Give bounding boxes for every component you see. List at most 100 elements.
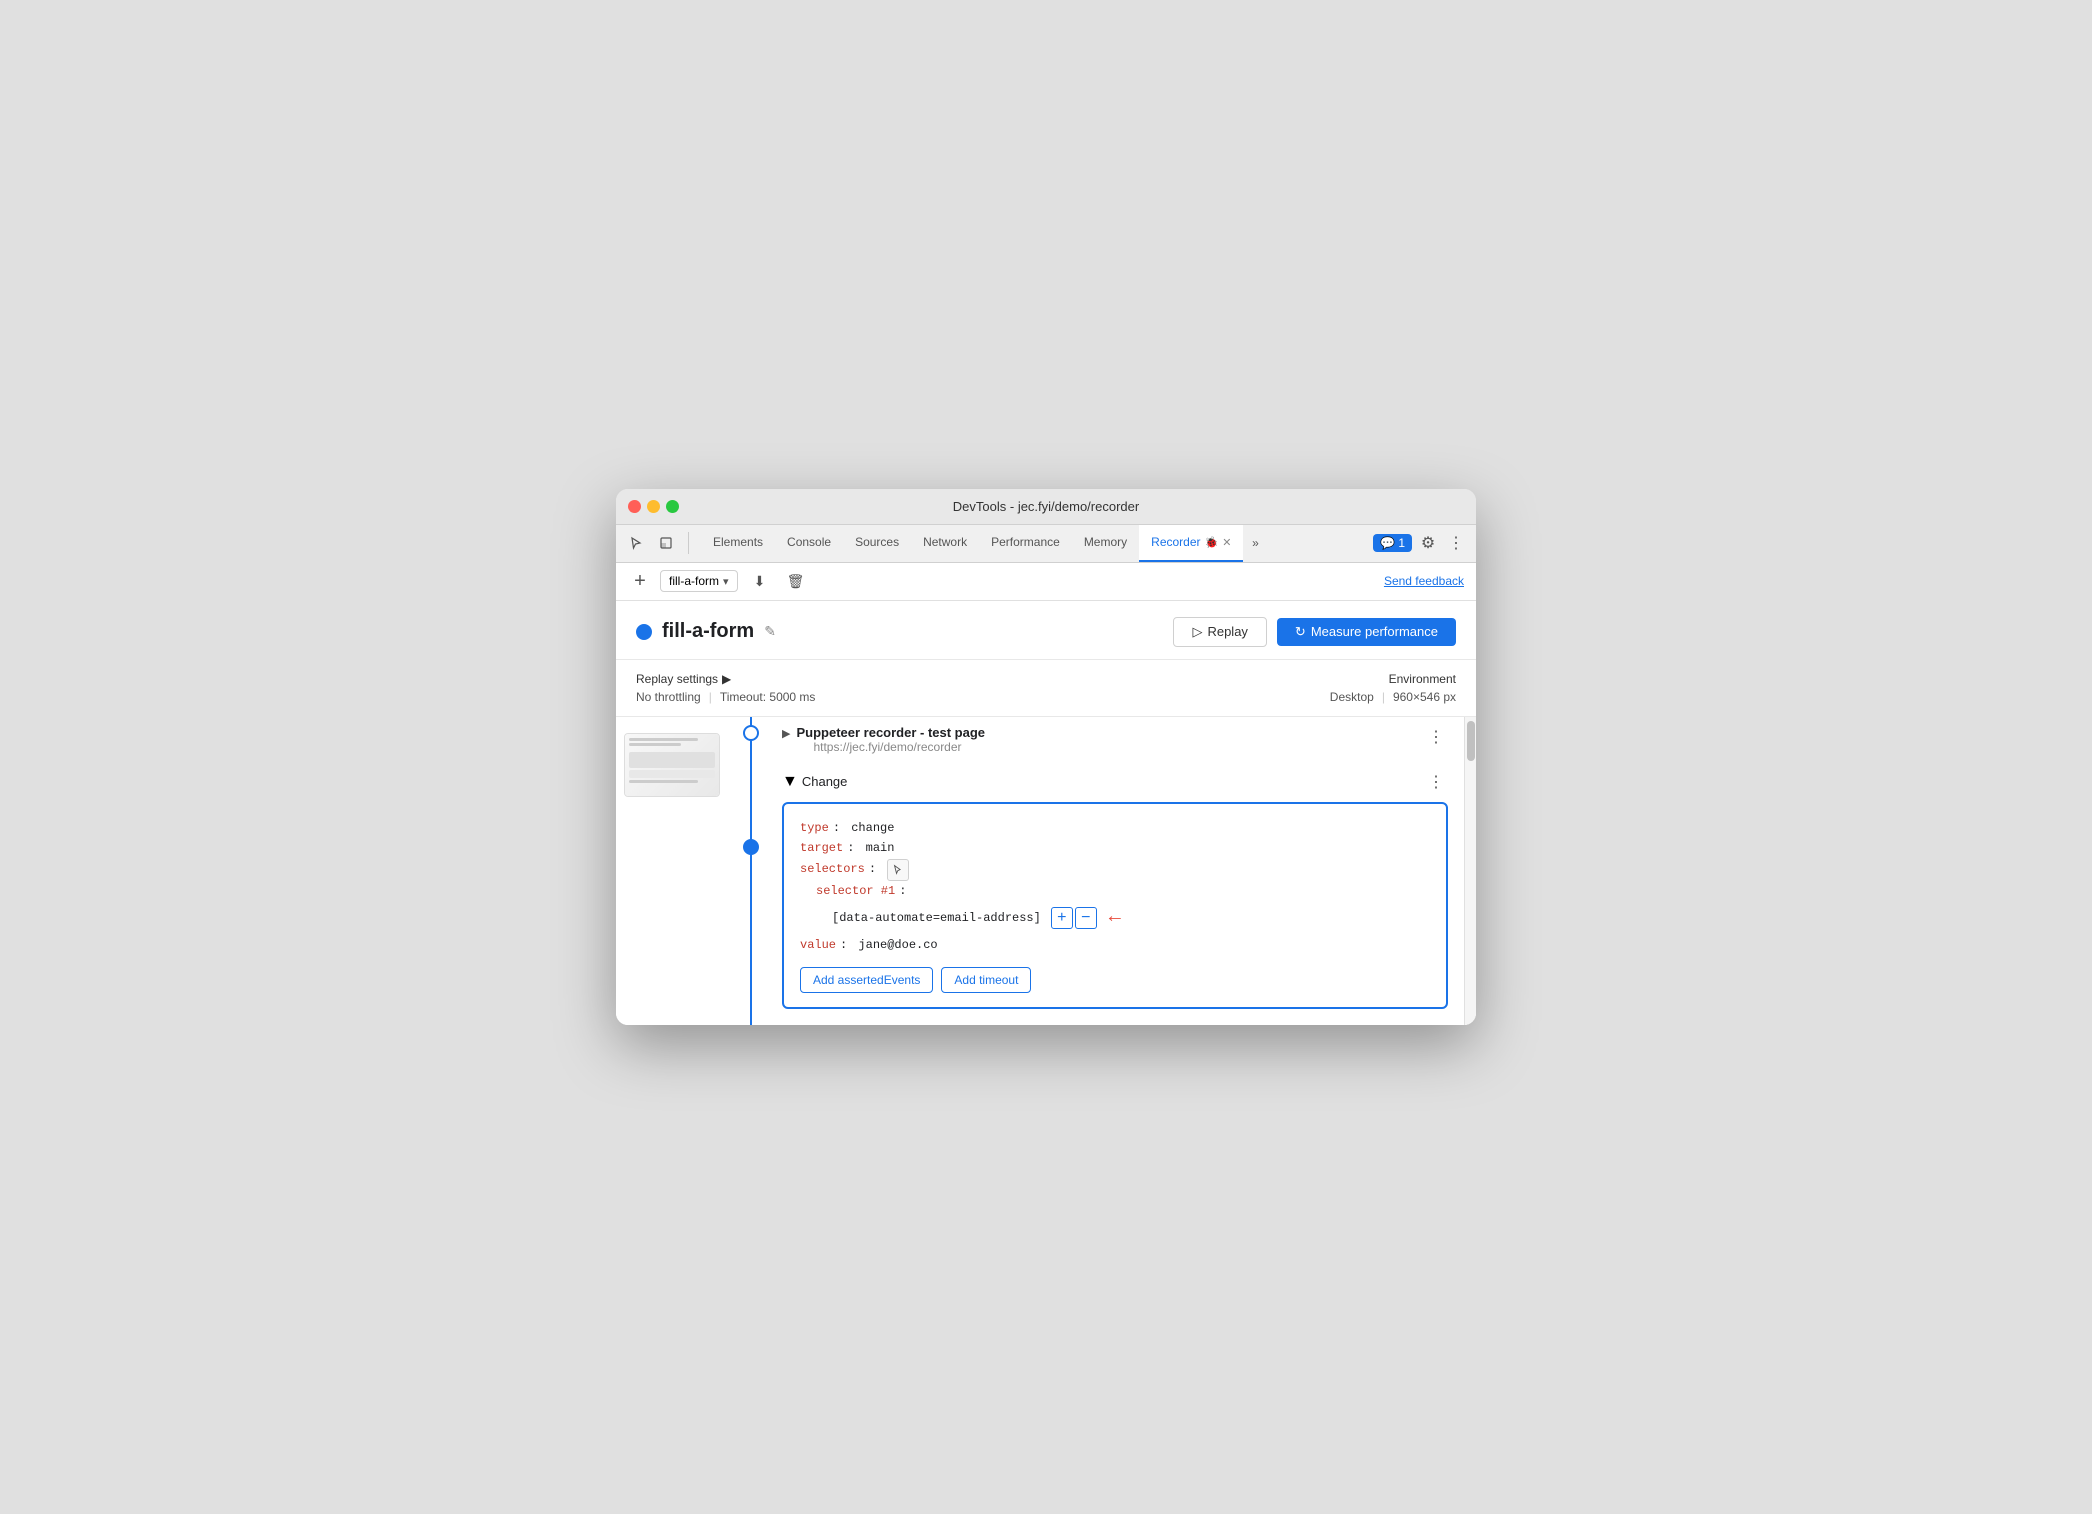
expand-settings-icon: ▶ (722, 672, 731, 686)
step-1: ▶ Puppeteer recorder - test page https:/… (782, 725, 1448, 754)
export-button[interactable]: ⬇ (746, 567, 774, 595)
code-line-selector-1: selector #1 : (800, 881, 1430, 901)
code-line-target: target : main (800, 838, 1430, 858)
thumbnail-column (616, 717, 736, 1026)
scrollbar-thumb[interactable] (1467, 721, 1475, 761)
recording-header: fill-a-form ✎ ▷ Replay ↻ Measure perform… (616, 601, 1476, 660)
environment-label: Environment (1330, 672, 1456, 686)
toolbar-right: Send feedback (1384, 572, 1464, 590)
recorder-bug-icon: 🐞 (1205, 536, 1219, 549)
titlebar: DevTools - jec.fyi/demo/recorder (616, 489, 1476, 525)
tab-recorder[interactable]: Recorder 🐞 ✕ (1139, 524, 1243, 562)
step-2-header: ▼ Change ⋮ (782, 770, 1448, 794)
measure-icon: ↻ (1295, 624, 1306, 640)
add-asserted-events-button[interactable]: Add assertedEvents (800, 967, 933, 993)
add-recording-button[interactable]: + (628, 569, 652, 593)
step-1-expand-icon[interactable]: ▶ (782, 727, 790, 740)
timeline-node-1 (743, 725, 759, 741)
more-tabs-button[interactable]: » (1243, 531, 1267, 555)
type-key: type (800, 818, 829, 838)
dropdown-arrow-icon: ▾ (723, 575, 729, 588)
thumb-line-3 (629, 780, 698, 783)
steps-content: ▶ Puppeteer recorder - test page https:/… (766, 717, 1464, 1026)
tabbar-icons (624, 531, 693, 555)
code-actions: Add assertedEvents Add timeout (800, 967, 1430, 993)
tabbar: Elements Console Sources Network Perform… (616, 525, 1476, 563)
step-2-header-left: ▼ Change (782, 773, 847, 791)
maximize-traffic-light[interactable] (666, 500, 679, 513)
edit-title-icon[interactable]: ✎ (764, 623, 776, 640)
code-line-type: type : change (800, 818, 1430, 838)
traffic-lights (628, 500, 679, 513)
tabbar-right: 💬 1 ⚙ ⋮ (1373, 531, 1468, 555)
replay-settings-section: Replay settings ▶ No throttling | Timeou… (636, 672, 815, 704)
header-actions: ▷ Replay ↻ Measure performance (1173, 617, 1456, 647)
tab-close-icon[interactable]: ✕ (1222, 536, 1231, 549)
tab-console[interactable]: Console (775, 524, 843, 562)
timeline-steps: ▶ Puppeteer recorder - test page https:/… (736, 717, 1464, 1026)
window-title: DevTools - jec.fyi/demo/recorder (953, 499, 1139, 514)
step-2-more-button[interactable]: ⋮ (1424, 770, 1448, 794)
recording-title-area: fill-a-form ✎ (636, 620, 776, 643)
timeline-line (750, 717, 752, 1026)
recording-selector[interactable]: fill-a-form ▾ (660, 570, 738, 592)
tab-memory[interactable]: Memory (1072, 524, 1139, 562)
value-value: jane@doe.co (858, 935, 937, 955)
toolbar: + fill-a-form ▾ ⬇ 🗑 Send feedback (616, 563, 1476, 601)
code-block: type : change target : main (782, 802, 1448, 1010)
step-1-more-button[interactable]: ⋮ (1424, 725, 1448, 749)
more-options-button[interactable]: ⋮ (1444, 531, 1468, 555)
tab-elements[interactable]: Elements (701, 524, 775, 562)
cursor-icon[interactable] (624, 531, 648, 555)
minimize-traffic-light[interactable] (647, 500, 660, 513)
timeline-node-2 (743, 839, 759, 855)
replay-settings-label[interactable]: Replay settings ▶ (636, 672, 815, 686)
thumb-line-2 (629, 743, 681, 746)
add-timeout-button[interactable]: Add timeout (941, 967, 1031, 993)
scrollbar[interactable] (1464, 717, 1476, 1026)
target-key: target (800, 838, 843, 858)
recording-status-dot (636, 624, 652, 640)
red-arrow-indicator: ← (1109, 901, 1121, 935)
code-line-selector-value: [data-automate=email-address] + − ← (800, 901, 1430, 935)
devtools-window: DevTools - jec.fyi/demo/recorder (616, 489, 1476, 1026)
remove-selector-button[interactable]: − (1075, 907, 1097, 929)
step-1-url: https://jec.fyi/demo/recorder (813, 740, 985, 754)
devtools-panel: Elements Console Sources Network Perform… (616, 525, 1476, 1026)
selectors-key: selectors (800, 859, 865, 879)
tab-sources[interactable]: Sources (843, 524, 911, 562)
chat-badge[interactable]: 💬 1 (1373, 534, 1412, 552)
recording-title: fill-a-form (662, 620, 754, 643)
tab-performance[interactable]: Performance (979, 524, 1072, 562)
settings-button[interactable]: ⚙ (1416, 531, 1440, 555)
environment-section: Environment Desktop | 960×546 px (1330, 672, 1456, 704)
code-line-value: value : jane@doe.co (800, 935, 1430, 955)
delete-button[interactable]: 🗑 (782, 567, 810, 595)
settings-bar: Replay settings ▶ No throttling | Timeou… (616, 660, 1476, 717)
value-key: value (800, 935, 836, 955)
add-selector-button[interactable]: + (1051, 907, 1073, 929)
replay-settings-values: No throttling | Timeout: 5000 ms (636, 690, 815, 704)
step-1-header-main: ▶ Puppeteer recorder - test page https:/… (782, 725, 985, 754)
send-feedback-link[interactable]: Send feedback (1384, 574, 1464, 588)
step-thumbnail (624, 733, 720, 797)
timeline (736, 717, 766, 1026)
selector-value: [data-automate=email-address] (832, 908, 1041, 928)
tab-separator (688, 532, 689, 554)
steps-area: ▶ Puppeteer recorder - test page https:/… (616, 717, 1476, 1026)
replay-button[interactable]: ▷ Replay (1173, 617, 1266, 647)
step-1-title: Puppeteer recorder - test page (796, 725, 985, 740)
target-value: main (866, 838, 895, 858)
measure-performance-button[interactable]: ↻ Measure performance (1277, 618, 1456, 646)
dock-icon[interactable] (654, 531, 678, 555)
code-line-selectors: selectors : (800, 859, 1430, 881)
step-1-header: ▶ Puppeteer recorder - test page https:/… (782, 725, 1448, 754)
thumbnail-content (625, 734, 719, 796)
selector-picker-button[interactable] (887, 859, 909, 881)
type-value: change (851, 818, 894, 838)
tab-network[interactable]: Network (911, 524, 979, 562)
close-traffic-light[interactable] (628, 500, 641, 513)
step-2-expand-icon[interactable]: ▼ (782, 773, 798, 791)
thumb-block-2 (629, 770, 715, 778)
main-content: fill-a-form ✎ ▷ Replay ↻ Measure perform… (616, 601, 1476, 1026)
